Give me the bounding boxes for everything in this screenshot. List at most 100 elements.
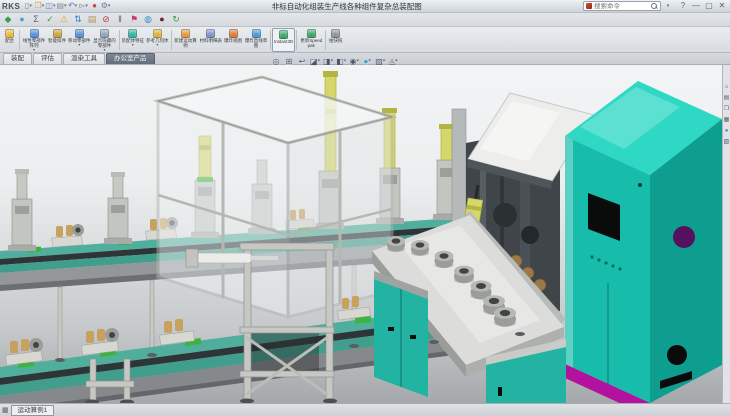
- teal-control-tower: [565, 81, 722, 403]
- command-tab-1[interactable]: 评估: [33, 53, 62, 64]
- command-tab-3[interactable]: 办公室产品: [106, 53, 155, 64]
- design-library-icon[interactable]: ▤: [723, 94, 730, 101]
- dropdown-arrow-icon[interactable]: ▾: [75, 4, 78, 9]
- ribbon-button-show-hidden-components[interactable]: 显示隐藏的零部件▾: [92, 28, 118, 52]
- resources-icon[interactable]: ⌂: [723, 83, 730, 90]
- ribbon-button-bill-of-materials[interactable]: 材料明细表: [199, 28, 224, 52]
- undo-icon[interactable]: ↶▾: [68, 1, 78, 12]
- view-orientation-icon[interactable]: ◨▾: [323, 56, 333, 67]
- ribbon-button-label: 材料明细表: [200, 38, 223, 43]
- dropdown-arrow-icon[interactable]: ▾: [33, 48, 35, 52]
- ribbon-separator: [270, 30, 271, 50]
- view-settings-icon[interactable]: ◬▾: [388, 56, 398, 67]
- graphics-area[interactable]: ⌂ ▤ ❒ ▦ ● ▧: [0, 65, 730, 403]
- dropdown-arrow-icon[interactable]: ▾: [53, 4, 56, 9]
- ribbon-button-move-component[interactable]: 移动零部件▾: [67, 28, 92, 52]
- ribbon-button-exploded-view[interactable]: 爆炸视图: [223, 28, 243, 52]
- ribbon-button-reference-geometry[interactable]: 参考几何体▾: [145, 28, 170, 52]
- dropdown-arrow-icon[interactable]: ▾: [132, 43, 134, 47]
- open-folder-icon[interactable]: ❒▾: [34, 1, 44, 12]
- new-document-icon[interactable]: ▯▾: [23, 1, 33, 12]
- motion-study-icon: [181, 29, 190, 38]
- dropdown-arrow-icon[interactable]: ▾: [383, 59, 386, 64]
- no-entry-icon[interactable]: ⊘: [100, 14, 112, 26]
- ribbon-button-smart-fasteners[interactable]: 智能扣件: [47, 28, 67, 52]
- save-icon[interactable]: ◫▾: [45, 1, 55, 12]
- close-icon[interactable]: ✕: [717, 1, 727, 12]
- ribbon-button-explode-line-sketch[interactable]: 爆炸直线草图: [243, 28, 269, 52]
- dropdown-arrow-icon[interactable]: ▾: [29, 4, 32, 9]
- previous-view-icon[interactable]: ↩: [297, 56, 307, 67]
- custom-properties-icon[interactable]: ▧: [723, 138, 730, 145]
- status-bar: ▦ 运动算例1: [0, 403, 730, 416]
- window-controls: ?—▢✕: [675, 1, 730, 12]
- dropdown-arrow-icon[interactable]: ▾: [356, 59, 359, 64]
- tools-toolbar: ◆●Σ✓⚠⇅▤⊘‖⚑◍●↻: [0, 13, 730, 27]
- ribbon-button-label: 更新Speedpak: [299, 38, 323, 48]
- help-icon[interactable]: ?: [678, 1, 688, 12]
- dropdown-arrow-icon[interactable]: ▾: [156, 43, 158, 47]
- explode-line-icon: [252, 29, 261, 38]
- motion-study-tab[interactable]: 运动算例1: [11, 405, 55, 416]
- ribbon-button-instant3d[interactable]: Instant3D: [272, 28, 295, 52]
- options-icon[interactable]: ⚙▾: [101, 1, 111, 12]
- sphere-icon[interactable]: ●: [16, 14, 28, 26]
- select-icon[interactable]: ▻▾: [79, 1, 89, 12]
- zoom-area-icon[interactable]: ⊞: [284, 56, 294, 67]
- ribbon-button-take-snapshot[interactable]: 拍快照: [327, 28, 344, 52]
- dropdown-arrow-icon[interactable]: ▾: [64, 4, 67, 9]
- ribbon-button-assembly-features[interactable]: 装配体特征▾: [121, 28, 146, 52]
- ribbon-button-mate[interactable]: 配合: [1, 28, 18, 52]
- pause-icon[interactable]: ‖: [114, 14, 126, 26]
- rebuild-icon[interactable]: ●: [90, 1, 100, 12]
- hide-show-items-icon[interactable]: ◉▾: [349, 56, 359, 67]
- search-scope-dropdown-icon[interactable]: ▾: [663, 1, 673, 12]
- refresh-icon[interactable]: ↻: [170, 14, 182, 26]
- dropdown-arrow-icon[interactable]: ▾: [103, 48, 105, 52]
- reference-geometry-icon: [153, 29, 162, 38]
- equations-icon[interactable]: Σ: [30, 14, 42, 26]
- search-icon[interactable]: [651, 3, 658, 10]
- motion-manager-icon[interactable]: ▦: [2, 406, 9, 414]
- ribbon-button-label: 爆炸视图: [224, 38, 242, 43]
- appearances-icon[interactable]: ●: [723, 127, 730, 134]
- minimize-icon[interactable]: —: [691, 1, 701, 12]
- speedpak-icon: [307, 29, 316, 38]
- smart-fasteners-icon: [53, 29, 62, 38]
- edit-appearance-icon[interactable]: ●▾: [362, 56, 372, 67]
- ribbon-button-update-speedpak[interactable]: 更新Speedpak: [298, 28, 324, 52]
- updown-arrows-icon[interactable]: ⇅: [72, 14, 84, 26]
- dropdown-arrow-icon[interactable]: ▾: [85, 4, 88, 9]
- warning-icon[interactable]: ⚠: [58, 14, 70, 26]
- snapshot-icon: [331, 29, 340, 38]
- dropdown-arrow-icon[interactable]: ▾: [395, 59, 398, 64]
- dropdown-arrow-icon[interactable]: ▾: [344, 59, 347, 64]
- restore-icon[interactable]: ▢: [704, 1, 714, 12]
- dropdown-arrow-icon[interactable]: ▾: [78, 43, 80, 47]
- globe-icon[interactable]: ◍: [142, 14, 154, 26]
- section-view-icon[interactable]: ◪▾: [310, 56, 320, 67]
- clipboard-icon[interactable]: ▤: [86, 14, 98, 26]
- view-palette-icon[interactable]: ▦: [723, 116, 730, 123]
- linear-pattern-icon: [30, 29, 39, 38]
- smart-dimension-icon[interactable]: ◆: [2, 14, 14, 26]
- search-input[interactable]: [594, 3, 649, 10]
- search-box[interactable]: [583, 1, 661, 11]
- check-icon[interactable]: ✓: [44, 14, 56, 26]
- dropdown-arrow-icon[interactable]: ▾: [42, 4, 45, 9]
- dropdown-arrow-icon[interactable]: ▾: [331, 59, 334, 64]
- display-style-icon[interactable]: ◧▾: [336, 56, 346, 67]
- ribbon-button-new-motion-study[interactable]: 新建运动算例: [173, 28, 199, 52]
- file-explorer-icon[interactable]: ❒: [723, 105, 730, 112]
- command-tab-2[interactable]: 渲染工具: [63, 53, 105, 64]
- ribbon-button-linear-component-pattern[interactable]: 线性零部件阵列▾: [21, 28, 47, 52]
- apply-scene-icon[interactable]: ▨▾: [375, 56, 385, 67]
- print-icon[interactable]: ▤▾: [56, 1, 66, 12]
- dropdown-arrow-icon[interactable]: ▾: [368, 59, 371, 64]
- dropdown-arrow-icon[interactable]: ▾: [318, 59, 321, 64]
- flag-icon[interactable]: ⚑: [128, 14, 140, 26]
- zoom-fit-icon[interactable]: ◎: [271, 56, 281, 67]
- command-manager-ribbon: 配合线性零部件阵列▾智能扣件移动零部件▾显示隐藏的零部件▾装配体特征▾参考几何体…: [0, 27, 730, 53]
- command-tab-0[interactable]: 装配: [3, 53, 32, 64]
- dark-sphere-icon[interactable]: ●: [156, 14, 168, 26]
